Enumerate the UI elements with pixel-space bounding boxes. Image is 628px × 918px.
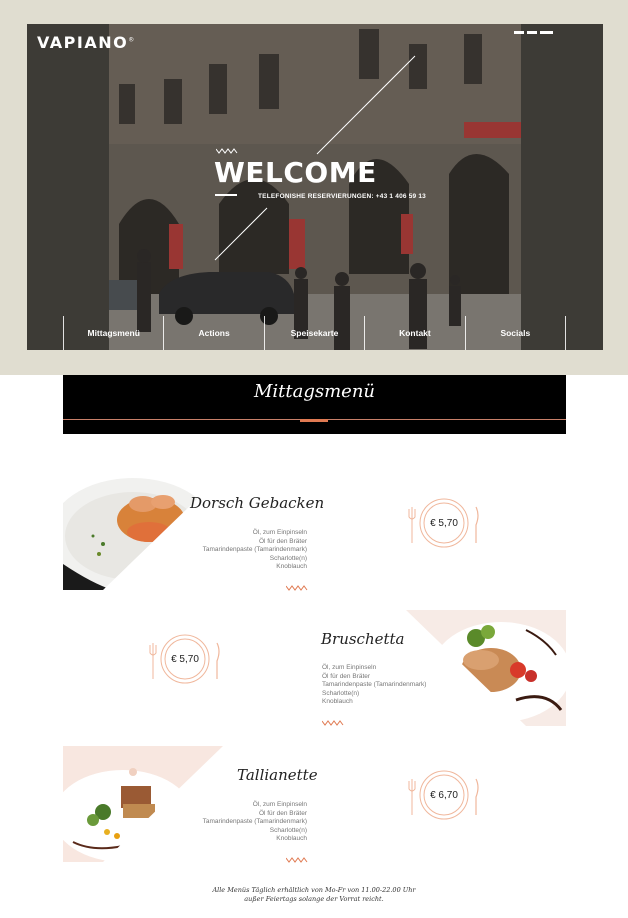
zigzag-icon — [322, 720, 344, 726]
availability-note-line2: außer Feiertags solange der Vorrat reich… — [244, 895, 384, 903]
ingredient: Öl für den Bräter — [258, 537, 307, 545]
main-nav: Mittagsmenü Actions Speisekarte Kontakt … — [63, 316, 567, 350]
hero-title: WELCOME — [214, 156, 377, 189]
price-plate-dorsch: € 5,70 — [408, 497, 480, 549]
hamburger-line — [540, 31, 553, 34]
hamburger-line — [527, 31, 537, 34]
nav-item-speisekarte[interactable]: Speisekarte — [263, 316, 364, 350]
zigzag-icon — [286, 857, 308, 863]
ingredient: Öl, zum Einpinseln — [252, 529, 307, 536]
nav-item-actions[interactable]: Actions — [163, 316, 263, 350]
section-header: Mittagsmenü — [63, 375, 566, 434]
price-bruschetta: € 5,70 — [171, 653, 199, 665]
availability-note: Alle Menüs Täglich erhältlich von Mo-Fr … — [0, 886, 628, 904]
vapiano-logo[interactable]: VAPIANO® — [37, 33, 136, 52]
reservation-phone[interactable]: TELEFONISHE RESERVIERUNGEN: +43 1 406 59… — [258, 193, 426, 200]
hamburger-menu-icon[interactable] — [514, 31, 554, 37]
dish-description-dorsch: Öl, zum Einpinseln Öl für den Bräter Tam… — [203, 529, 307, 572]
ingredient: Scharlotte(n) — [269, 826, 307, 834]
price-tallianette: € 6,70 — [430, 789, 458, 801]
nav-item-mittagsmenu[interactable]: Mittagsmenü — [63, 316, 163, 350]
ingredient: Tamarindenpaste (Tamarindenmark) — [322, 681, 427, 688]
ingredient: Knoblauch — [276, 563, 307, 570]
zigzag-icon — [286, 585, 308, 591]
ingredient: Tamarindenpaste (Tamarindenmark) — [202, 818, 307, 825]
dish-image-tallianette — [63, 746, 223, 862]
logo-text: VAPIANO — [37, 33, 129, 52]
ingredient: Öl, zum Einpinseln — [322, 664, 377, 671]
dish-image-bruschetta — [406, 610, 566, 726]
section-title: Mittagsmenü — [253, 381, 376, 402]
hero-title-underline — [215, 194, 237, 196]
section-accent-mark — [300, 419, 328, 422]
nav-item-kontakt[interactable]: Kontakt — [364, 316, 464, 350]
ingredient: Scharlotte(n) — [322, 689, 360, 697]
availability-note-line1: Alle Menüs Täglich erhältlich von Mo-Fr … — [212, 886, 416, 894]
hamburger-line — [514, 31, 524, 34]
dish-title-tallianette: Tallianette — [237, 766, 318, 784]
ingredient: Scharlotte(n) — [269, 554, 307, 562]
dish-description-bruschetta: Öl, zum Einpinseln Öl für den Bräter Tam… — [322, 664, 426, 707]
registered-mark: ® — [128, 36, 136, 44]
dish-image-dorsch — [63, 474, 223, 590]
ingredient: Tamarindenpaste (Tamarindenmark) — [202, 546, 307, 553]
dish-title-dorsch: Dorsch Gebacken — [190, 494, 325, 512]
price-plate-tallianette: € 6,70 — [408, 769, 480, 821]
ingredient: Knoblauch — [276, 835, 307, 842]
ingredient: Öl für den Bräter — [258, 809, 307, 817]
nav-item-socials[interactable]: Socials — [464, 316, 567, 350]
ingredient: Knoblauch — [322, 698, 353, 705]
ingredient: Öl für den Bräter — [322, 672, 371, 680]
price-plate-bruschetta: € 5,70 — [149, 633, 221, 685]
ingredient: Öl, zum Einpinseln — [252, 801, 307, 808]
dish-description-tallianette: Öl, zum Einpinseln Öl für den Bräter Tam… — [203, 801, 307, 844]
dish-title-bruschetta: Bruschetta — [321, 630, 405, 648]
price-dorsch: € 5,70 — [430, 517, 458, 529]
zigzag-icon — [216, 148, 238, 154]
